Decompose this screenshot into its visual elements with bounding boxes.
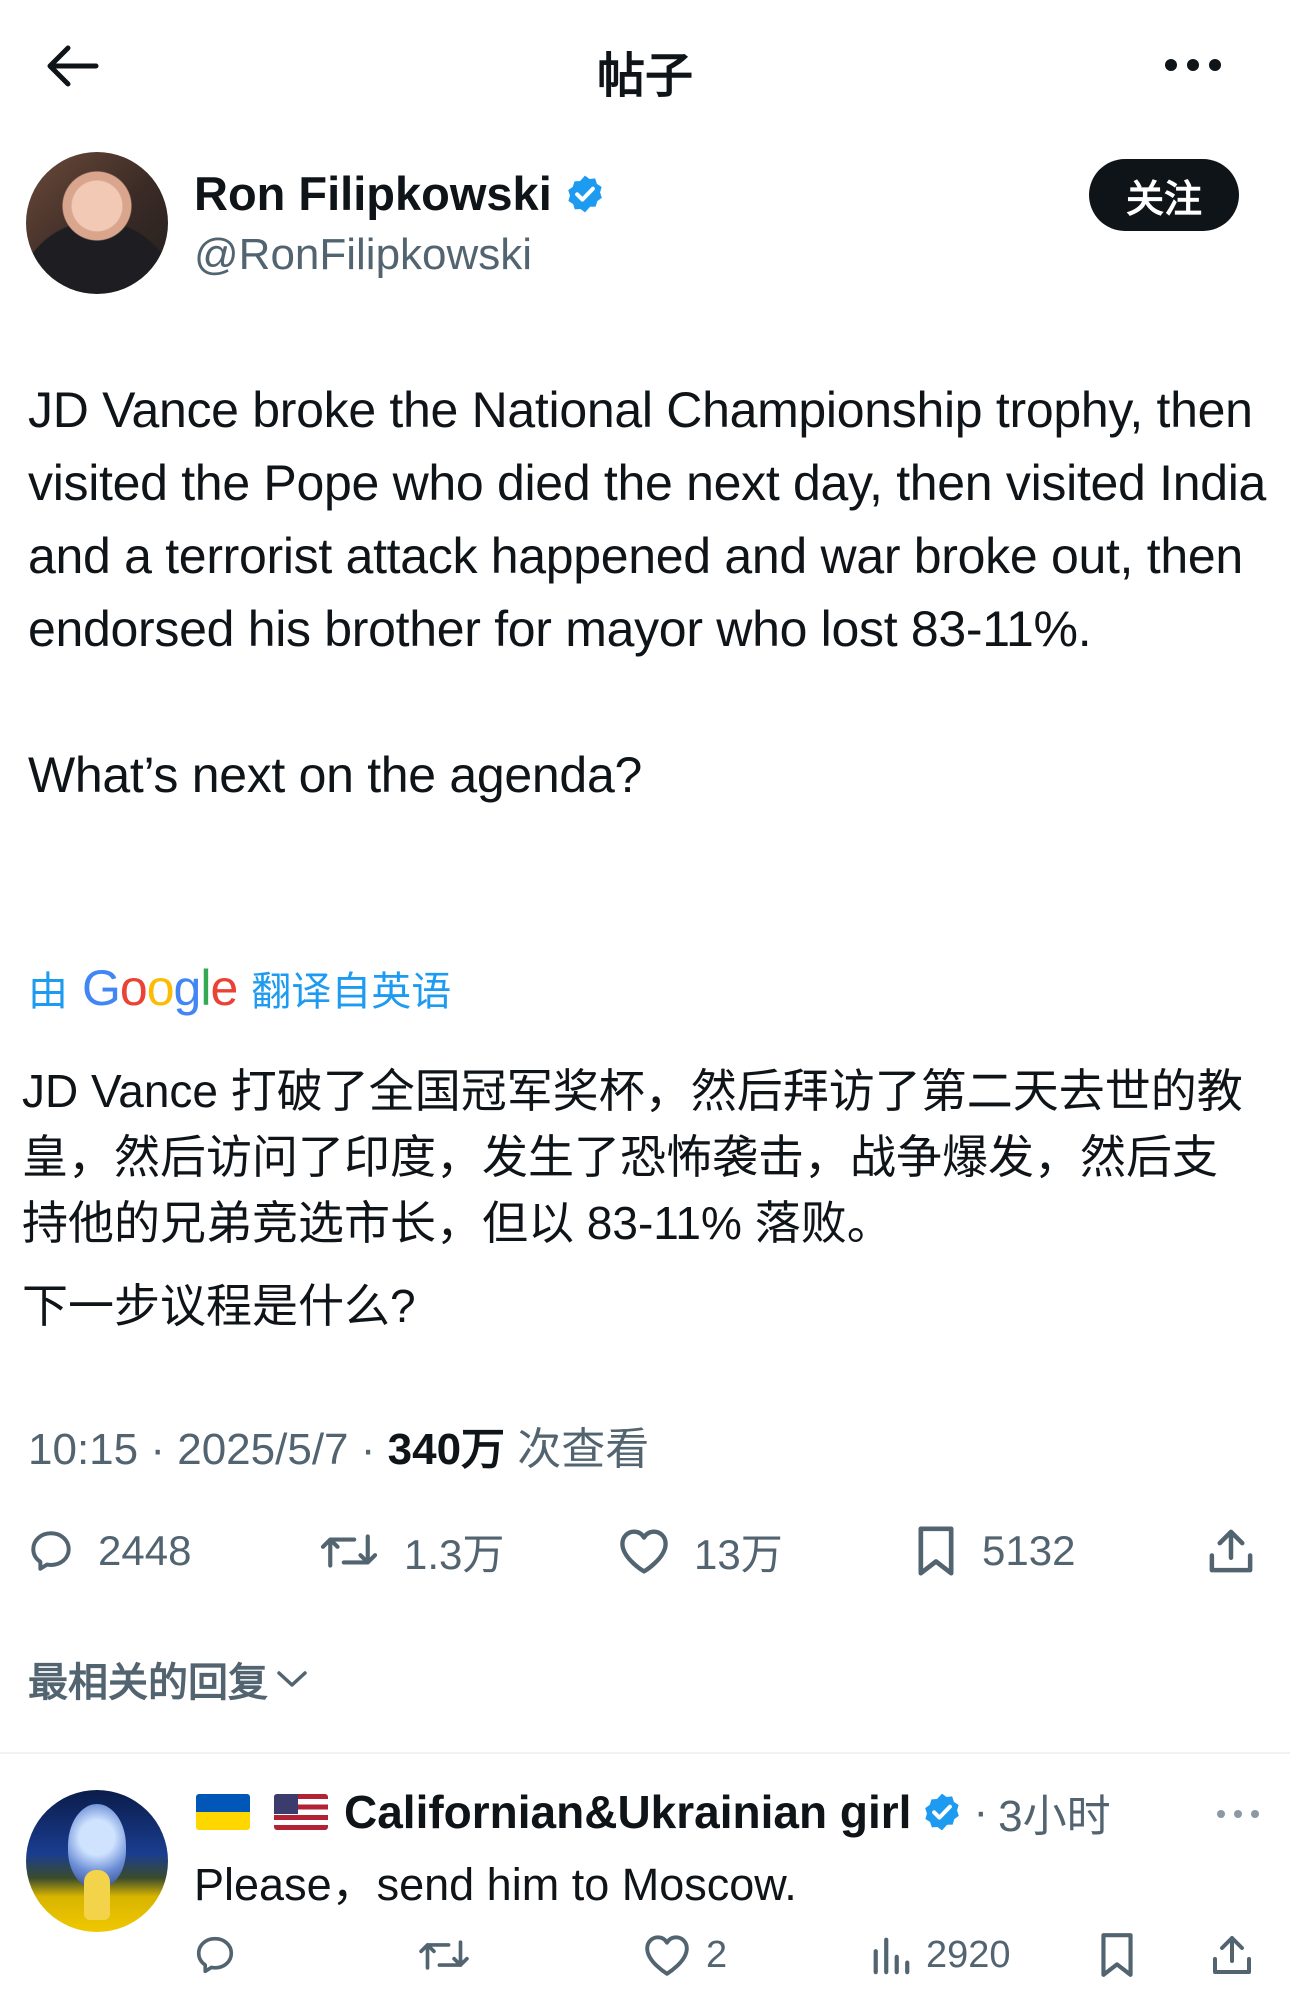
reply-share-button[interactable] bbox=[1208, 1925, 1256, 1985]
share-button[interactable] bbox=[1204, 1516, 1258, 1586]
reply-time: 3小时 bbox=[998, 1792, 1111, 1841]
reply-header: Californian&Ukrainian girl · 3小时 bbox=[196, 1782, 1111, 1842]
reply-like-button[interactable]: 2 bbox=[642, 1925, 727, 1985]
translation-prefix: 由 bbox=[28, 970, 68, 1014]
share-icon bbox=[1209, 1529, 1253, 1573]
reply-more-button[interactable] bbox=[1210, 1794, 1266, 1834]
google-logo: Google bbox=[82, 960, 238, 1016]
share-icon bbox=[1213, 1936, 1251, 1974]
views-count: 340万 bbox=[387, 1425, 506, 1474]
views-chart-icon bbox=[873, 1937, 910, 1975]
retweet-button[interactable]: 1.3万 bbox=[316, 1516, 504, 1586]
translation-attribution[interactable]: 由 Google 翻译自英语 bbox=[28, 958, 451, 1018]
reply-icon bbox=[31, 1531, 71, 1571]
reply-text: Please，send him to Moscow. bbox=[194, 1859, 797, 1910]
bookmark-button[interactable]: 5132 bbox=[912, 1516, 1075, 1586]
verified-badge-icon bbox=[925, 1793, 960, 1831]
reply-like-count: 2 bbox=[706, 1933, 728, 1976]
verified-badge-icon bbox=[567, 175, 602, 212]
divider bbox=[0, 1752, 1290, 1754]
retweet-icon bbox=[419, 1940, 469, 1970]
replies-sort-dropdown[interactable]: 最相关的回复 bbox=[28, 1650, 310, 1708]
author-name-row[interactable]: Ron Filipkowski bbox=[194, 166, 606, 221]
ukraine-flag-icon bbox=[196, 1794, 250, 1830]
like-button[interactable]: 13万 bbox=[616, 1516, 783, 1586]
bookmark-count: 5132 bbox=[982, 1527, 1076, 1574]
translated-text: JD Vance 打破了全国冠军奖杯，然后拜访了第二天去世的教皇，然后访问了印度… bbox=[22, 1058, 1262, 1339]
reply-action-bar: 2 2920 bbox=[0, 1925, 1290, 1985]
more-horizontal-icon bbox=[1217, 1810, 1259, 1818]
chevron-down-icon bbox=[277, 1671, 307, 1687]
top-bar: 帖子 bbox=[0, 0, 1290, 130]
tweet-paragraph: What’s next on the agenda? bbox=[28, 747, 642, 803]
more-options-button[interactable] bbox=[1158, 40, 1228, 90]
translated-paragraph: JD Vance 打破了全国冠军奖杯，然后拜访了第二天去世的教皇，然后访问了印度… bbox=[22, 1065, 1243, 1249]
us-flag-icon bbox=[274, 1794, 328, 1830]
reply-view-count: 2920 bbox=[926, 1933, 1011, 1976]
bookmark-icon bbox=[1101, 1933, 1133, 1977]
tweet-date: 2025/5/7 bbox=[177, 1425, 349, 1474]
tweet-action-bar: 2448 1.3万 13万 5132 bbox=[0, 1516, 1290, 1586]
page-title: 帖子 bbox=[596, 50, 693, 103]
retweet-icon bbox=[320, 1534, 378, 1568]
tweet-text: JD Vance broke the National Championship… bbox=[28, 374, 1268, 812]
separator: · bbox=[360, 1425, 376, 1474]
reply-icon bbox=[196, 1936, 234, 1974]
reply-reply-button[interactable] bbox=[192, 1925, 238, 1985]
follow-button[interactable]: 关注 bbox=[1089, 159, 1239, 231]
retweet-count: 1.3万 bbox=[404, 1530, 505, 1578]
views-label: 次查看 bbox=[517, 1425, 650, 1474]
reply-author-name[interactable]: Californian&Ukrainian girl bbox=[344, 1785, 911, 1839]
tweet-time: 10:15 bbox=[28, 1425, 139, 1474]
reply-views-button[interactable]: 2920 bbox=[870, 1925, 1011, 1985]
reply-avatar[interactable] bbox=[26, 1790, 168, 1932]
heart-icon bbox=[620, 1529, 668, 1574]
reply-button[interactable]: 2448 bbox=[26, 1516, 191, 1586]
replies-sort-label: 最相关的回复 bbox=[28, 1661, 268, 1705]
translation-suffix: 翻译自英语 bbox=[251, 970, 452, 1014]
author-avatar[interactable] bbox=[26, 152, 168, 294]
separator: · bbox=[150, 1425, 165, 1474]
reply-bookmark-button[interactable] bbox=[1096, 1925, 1138, 1985]
more-horizontal-icon bbox=[1165, 59, 1221, 71]
tweet-paragraph: JD Vance broke the National Championship… bbox=[28, 382, 1267, 657]
reply-separator: · bbox=[973, 1787, 989, 1836]
reply-retweet-button[interactable] bbox=[416, 1925, 472, 1985]
heart-icon bbox=[645, 1935, 689, 1976]
tweet-meta: 10:15 · 2025/5/7 · 340万 次查看 bbox=[28, 1413, 649, 1477]
author-handle[interactable]: @RonFilipkowski bbox=[194, 230, 532, 280]
translated-paragraph: 下一步议程是什么? bbox=[22, 1280, 416, 1332]
author-name: Ron Filipkowski bbox=[194, 167, 552, 220]
like-count: 13万 bbox=[694, 1530, 783, 1578]
reply-count: 2448 bbox=[98, 1527, 192, 1574]
bookmark-icon bbox=[918, 1526, 954, 1576]
